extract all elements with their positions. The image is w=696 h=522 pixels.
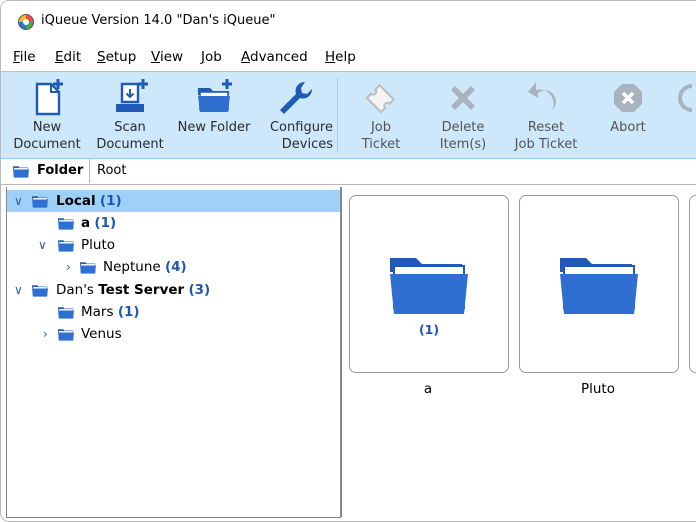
partial-tool-icon: [678, 84, 693, 112]
abort-button[interactable]: Abort: [597, 72, 659, 158]
menu-edit[interactable]: Edit: [55, 49, 81, 65]
folder-card-label[interactable]: Pluto: [519, 381, 677, 397]
folder-tree: ∨ Local (1) a (1) ∨ Pluto › Neptune (4) …: [6, 187, 341, 518]
configure-devices-button[interactable]: Configure Devices: [257, 72, 333, 158]
toolbar: New Document Scan Document New Folder Co…: [1, 71, 696, 159]
folder-path-field[interactable]: Root: [89, 159, 696, 183]
new-document-icon: [35, 79, 63, 116]
chevron-down-icon[interactable]: ∨: [14, 279, 23, 301]
delete-x-icon: [451, 86, 475, 110]
folder-card-count: (1): [418, 322, 440, 337]
tree-node-pluto[interactable]: ∨ Pluto: [7, 234, 340, 256]
new-document-button[interactable]: New Document: [7, 72, 87, 158]
more-tool-button[interactable]: [678, 72, 696, 158]
delete-items-button[interactable]: Delete Item(s): [429, 72, 497, 158]
tree-node-venus[interactable]: › Venus: [7, 323, 340, 345]
folder-card-label[interactable]: a: [349, 381, 507, 397]
folder-icon: [57, 239, 75, 252]
tree-node-local[interactable]: ∨ Local (1): [7, 190, 340, 212]
folder-card-partial[interactable]: [689, 195, 696, 373]
menu-bar: File Edit Setup View Job Advanced Help: [1, 47, 696, 69]
reset-job-ticket-button[interactable]: Reset Job Ticket: [507, 72, 585, 158]
window-title: iQueue Version 14.0 "Dan's iQueue": [41, 13, 276, 28]
ticket-icon: [365, 83, 396, 114]
scan-document-button[interactable]: Scan Document: [91, 72, 169, 158]
tree-node-neptune[interactable]: › Neptune (4): [7, 256, 340, 278]
folder-icon: [57, 306, 75, 319]
app-window: iQueue Version 14.0 "Dan's iQueue" File …: [0, 0, 696, 522]
folder-icon: [79, 261, 97, 274]
wrench-icon: [280, 81, 313, 114]
chevron-right-icon[interactable]: ›: [66, 256, 71, 278]
folder-card-pluto[interactable]: [519, 195, 679, 373]
title-bar[interactable]: iQueue Version 14.0 "Dan's iQueue": [1, 1, 696, 39]
app-logo-icon: [18, 14, 34, 30]
scan-document-icon: [116, 79, 148, 112]
folder-icon: [12, 165, 30, 178]
folder-icon: [388, 252, 470, 316]
menu-help[interactable]: Help: [325, 49, 356, 65]
menu-view[interactable]: View: [151, 49, 183, 65]
new-folder-button[interactable]: New Folder: [173, 72, 255, 158]
undo-arrow-icon: [528, 82, 557, 110]
menu-job[interactable]: Job: [201, 49, 222, 65]
folder-icon: [558, 252, 640, 316]
folder-label: Folder: [37, 163, 84, 178]
folder-icon: [31, 195, 49, 208]
menu-file[interactable]: File: [13, 49, 36, 65]
abort-stop-icon: [614, 84, 642, 112]
chevron-down-icon[interactable]: ∨: [38, 234, 47, 256]
tree-node-a[interactable]: a (1): [7, 212, 340, 234]
tree-node-test-server[interactable]: ∨ Dan's Test Server (3): [7, 279, 340, 301]
menu-advanced[interactable]: Advanced: [241, 49, 308, 65]
folder-icon: [57, 328, 75, 341]
folder-icon: [31, 284, 49, 297]
content-pane: (1) a Pluto: [341, 187, 696, 517]
tree-node-mars[interactable]: Mars (1): [7, 301, 340, 323]
job-ticket-button[interactable]: Job Ticket: [351, 72, 411, 158]
chevron-down-icon[interactable]: ∨: [14, 190, 23, 212]
menu-setup[interactable]: Setup: [97, 49, 136, 65]
new-folder-icon: [198, 79, 232, 112]
folder-path-value: Root: [97, 163, 127, 178]
folder-card-a[interactable]: (1): [349, 195, 509, 373]
folder-icon: [57, 217, 75, 230]
toolbar-separator: [337, 78, 338, 152]
chevron-right-icon[interactable]: ›: [43, 323, 48, 345]
folder-path-bar: Folder Root: [1, 159, 696, 185]
